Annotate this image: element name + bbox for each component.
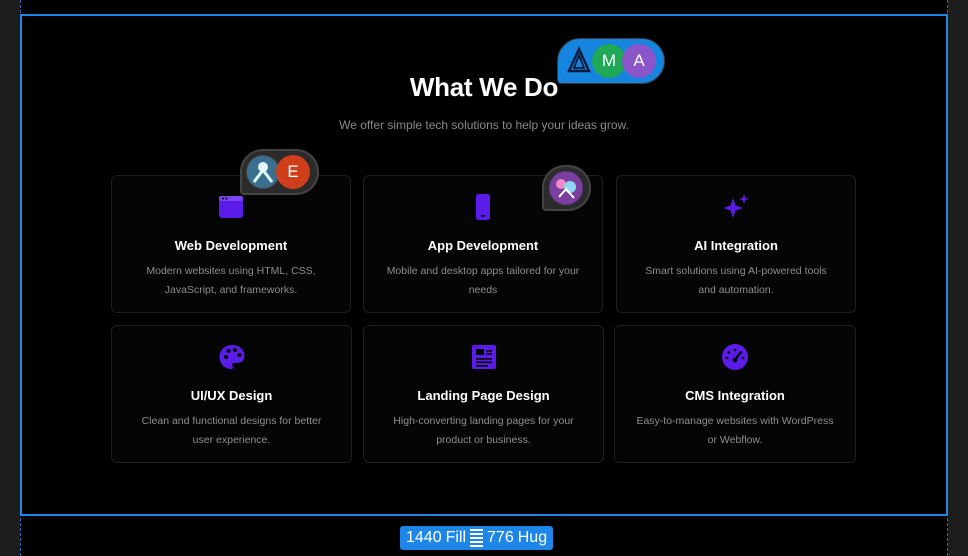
service-name: Web Development bbox=[174, 238, 288, 253]
service-name: Landing Page Design bbox=[417, 388, 550, 403]
collaborator-photo-avatar[interactable] bbox=[246, 155, 280, 189]
sparkles-icon bbox=[721, 192, 751, 222]
service-description: Modern websites using HTML, CSS, JavaScr… bbox=[146, 265, 316, 296]
service-description: Clean and functional designs for better … bbox=[141, 415, 322, 446]
frame-height-value: 776 bbox=[487, 529, 514, 546]
service-card-landing-page-design[interactable]: Landing Page Design High-converting land… bbox=[363, 325, 604, 463]
gauge-icon bbox=[720, 342, 750, 372]
service-description: Smart solutions using AI-powered tools a… bbox=[645, 265, 827, 296]
section-title: What We Do bbox=[409, 72, 559, 102]
frame-width-mode: Fill bbox=[445, 529, 467, 546]
collaborator-logo-avatar[interactable] bbox=[562, 44, 596, 78]
frame-height-mode: Hug bbox=[517, 529, 548, 546]
collaborator-avatar-single[interactable] bbox=[542, 165, 591, 211]
collaborator-anime-avatar[interactable] bbox=[549, 171, 583, 205]
frame-width-value: 1440 bbox=[406, 529, 442, 546]
frame-size-badge: 1440 Fill 776 Hug bbox=[400, 526, 554, 550]
palette-icon bbox=[217, 342, 247, 372]
collaborator-avatars-title[interactable]: M A bbox=[557, 38, 665, 84]
service-name: CMS Integration bbox=[685, 388, 785, 403]
user-photo-icon bbox=[247, 156, 279, 188]
browser-window-icon bbox=[216, 192, 246, 222]
service-card-ui-ux-design[interactable]: UI/UX Design Clean and functional design… bbox=[111, 325, 352, 463]
newspaper-icon bbox=[469, 342, 499, 372]
collaborator-avatar-m[interactable]: M bbox=[592, 44, 626, 78]
collaborator-avatars-card[interactable]: E bbox=[240, 149, 319, 195]
service-name: UI/UX Design bbox=[190, 388, 273, 403]
service-description: Mobile and desktop apps tailored for you… bbox=[386, 265, 580, 296]
user-photo-icon bbox=[550, 172, 582, 204]
service-card-ai-integration[interactable]: AI Integration Smart solutions using AI-… bbox=[616, 175, 856, 313]
service-card-web-development[interactable]: Web Development Modern websites using HT… bbox=[111, 175, 351, 313]
collaborator-avatar-e[interactable]: E bbox=[276, 155, 310, 189]
service-card-cms-integration[interactable]: CMS Integration Easy-to-manage websites … bbox=[614, 325, 856, 463]
service-description: Easy-to-manage websites with WordPress o… bbox=[636, 415, 834, 446]
triangle-logo-icon bbox=[567, 46, 591, 73]
service-name: AI Integration bbox=[694, 238, 778, 253]
service-name: App Development bbox=[427, 238, 539, 253]
section-subtitle: We offer simple tech solutions to help y… bbox=[339, 118, 629, 132]
collaborator-avatar-a[interactable]: A bbox=[622, 44, 656, 78]
hug-lines-icon bbox=[470, 529, 484, 547]
service-description: High-converting landing pages for your p… bbox=[393, 415, 574, 446]
mobile-device-icon bbox=[468, 192, 498, 222]
